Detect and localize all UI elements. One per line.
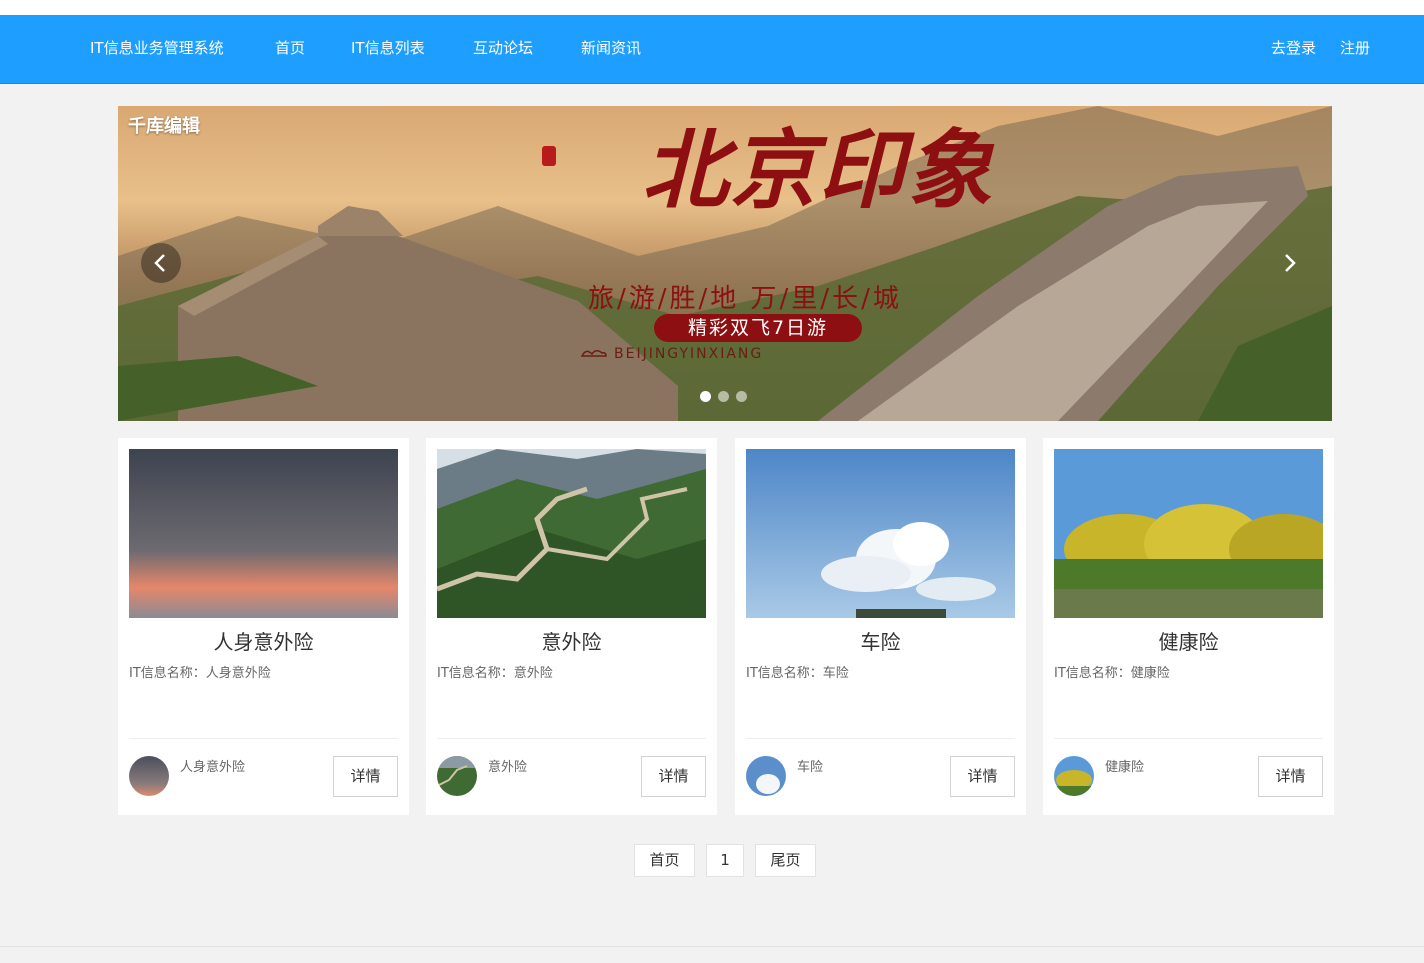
carousel-dot-2[interactable]	[718, 391, 729, 402]
chevron-right-icon	[1285, 254, 1296, 272]
card-divider	[1054, 738, 1323, 739]
card-info-value: 意外险	[513, 666, 553, 681]
detail-button[interactable]: 详情	[641, 756, 706, 797]
card-info-value: 人身意外险	[205, 666, 271, 681]
info-card: 意外险 IT信息名称：意外险 意外险 详情	[426, 438, 717, 815]
detail-button[interactable]: 详情	[333, 756, 398, 797]
card-info-value: 健康险	[1130, 666, 1170, 681]
pagination-first[interactable]: 首页	[634, 844, 695, 877]
login-link[interactable]: 去登录	[1271, 15, 1316, 83]
banner-watermark: 千库编辑	[128, 116, 200, 137]
detail-button[interactable]: 详情	[1258, 756, 1323, 797]
card-author: 人身意外险	[180, 760, 246, 775]
pagination-page[interactable]: 1	[706, 844, 744, 877]
card-author: 意外险	[488, 760, 528, 775]
card-info-label: IT信息名称：	[437, 666, 514, 681]
card-divider	[437, 738, 706, 739]
card-title[interactable]: 车险	[735, 626, 1026, 655]
card-image[interactable]	[1054, 449, 1323, 618]
card-title[interactable]: 意外险	[426, 626, 717, 655]
card-image[interactable]	[746, 449, 1015, 618]
info-card: 健康险 IT信息名称：健康险 健康险 详情	[1043, 438, 1334, 815]
avatar	[129, 756, 169, 796]
nav-home[interactable]: 首页	[275, 15, 305, 83]
carousel-dot-3[interactable]	[736, 391, 747, 402]
footer-divider	[0, 946, 1424, 947]
nav-forum[interactable]: 互动论坛	[473, 15, 533, 83]
top-strip	[0, 0, 1424, 15]
avatar	[1054, 756, 1094, 796]
card-author: 健康险	[1105, 760, 1145, 775]
card-info: IT信息名称：人身意外险	[129, 662, 271, 681]
banner-pill: 精彩双飞7日游	[654, 314, 862, 342]
card-title[interactable]: 健康险	[1043, 626, 1334, 655]
chevron-left-icon	[154, 254, 165, 272]
nav-it-list[interactable]: IT信息列表	[351, 15, 425, 83]
banner-subtitle: BEIJINGYINXIANG	[614, 346, 764, 362]
pagination-last[interactable]: 尾页	[755, 844, 816, 877]
card-info-label: IT信息名称：	[129, 666, 206, 681]
carousel-indicators	[700, 387, 754, 402]
carousel-prev-button[interactable]	[141, 243, 181, 283]
carousel-next-button[interactable]	[1269, 243, 1309, 283]
avatar	[437, 756, 477, 796]
brand-link[interactable]: IT信息业务管理系统	[90, 15, 224, 83]
register-link[interactable]: 注册	[1340, 15, 1370, 83]
carousel-dot-1[interactable]	[700, 391, 711, 402]
banner-tagline: 旅/游/胜/地 万/里/长/城	[588, 284, 902, 314]
card-image[interactable]	[129, 449, 398, 618]
avatar	[746, 756, 786, 796]
card-image[interactable]	[437, 449, 706, 618]
info-card: 人身意外险 IT信息名称：人身意外险 人身意外险 详情	[118, 438, 409, 815]
card-info-value: 车险	[822, 666, 849, 681]
card-info: IT信息名称：健康险	[1054, 662, 1170, 681]
navbar: IT信息业务管理系统 首页 IT信息列表 互动论坛 新闻资讯 去登录 注册	[0, 15, 1424, 84]
info-card: 车险 IT信息名称：车险 车险 详情	[735, 438, 1026, 815]
card-title[interactable]: 人身意外险	[118, 626, 409, 655]
card-author: 车险	[797, 760, 824, 775]
banner-carousel[interactable]: 千库编辑 北京印象 BEIJINGYINXIANG 旅/游/胜/地 万/里/长/…	[118, 106, 1332, 421]
nav-news[interactable]: 新闻资讯	[581, 15, 641, 83]
card-divider	[129, 738, 398, 739]
card-info-label: IT信息名称：	[1054, 666, 1131, 681]
card-divider	[746, 738, 1015, 739]
detail-button[interactable]: 详情	[950, 756, 1015, 797]
card-info: IT信息名称：意外险	[437, 662, 553, 681]
banner-title: 北京印象	[642, 120, 994, 221]
card-info: IT信息名称：车险	[746, 662, 849, 681]
cloud-icon	[580, 350, 607, 357]
card-info-label: IT信息名称：	[746, 666, 823, 681]
